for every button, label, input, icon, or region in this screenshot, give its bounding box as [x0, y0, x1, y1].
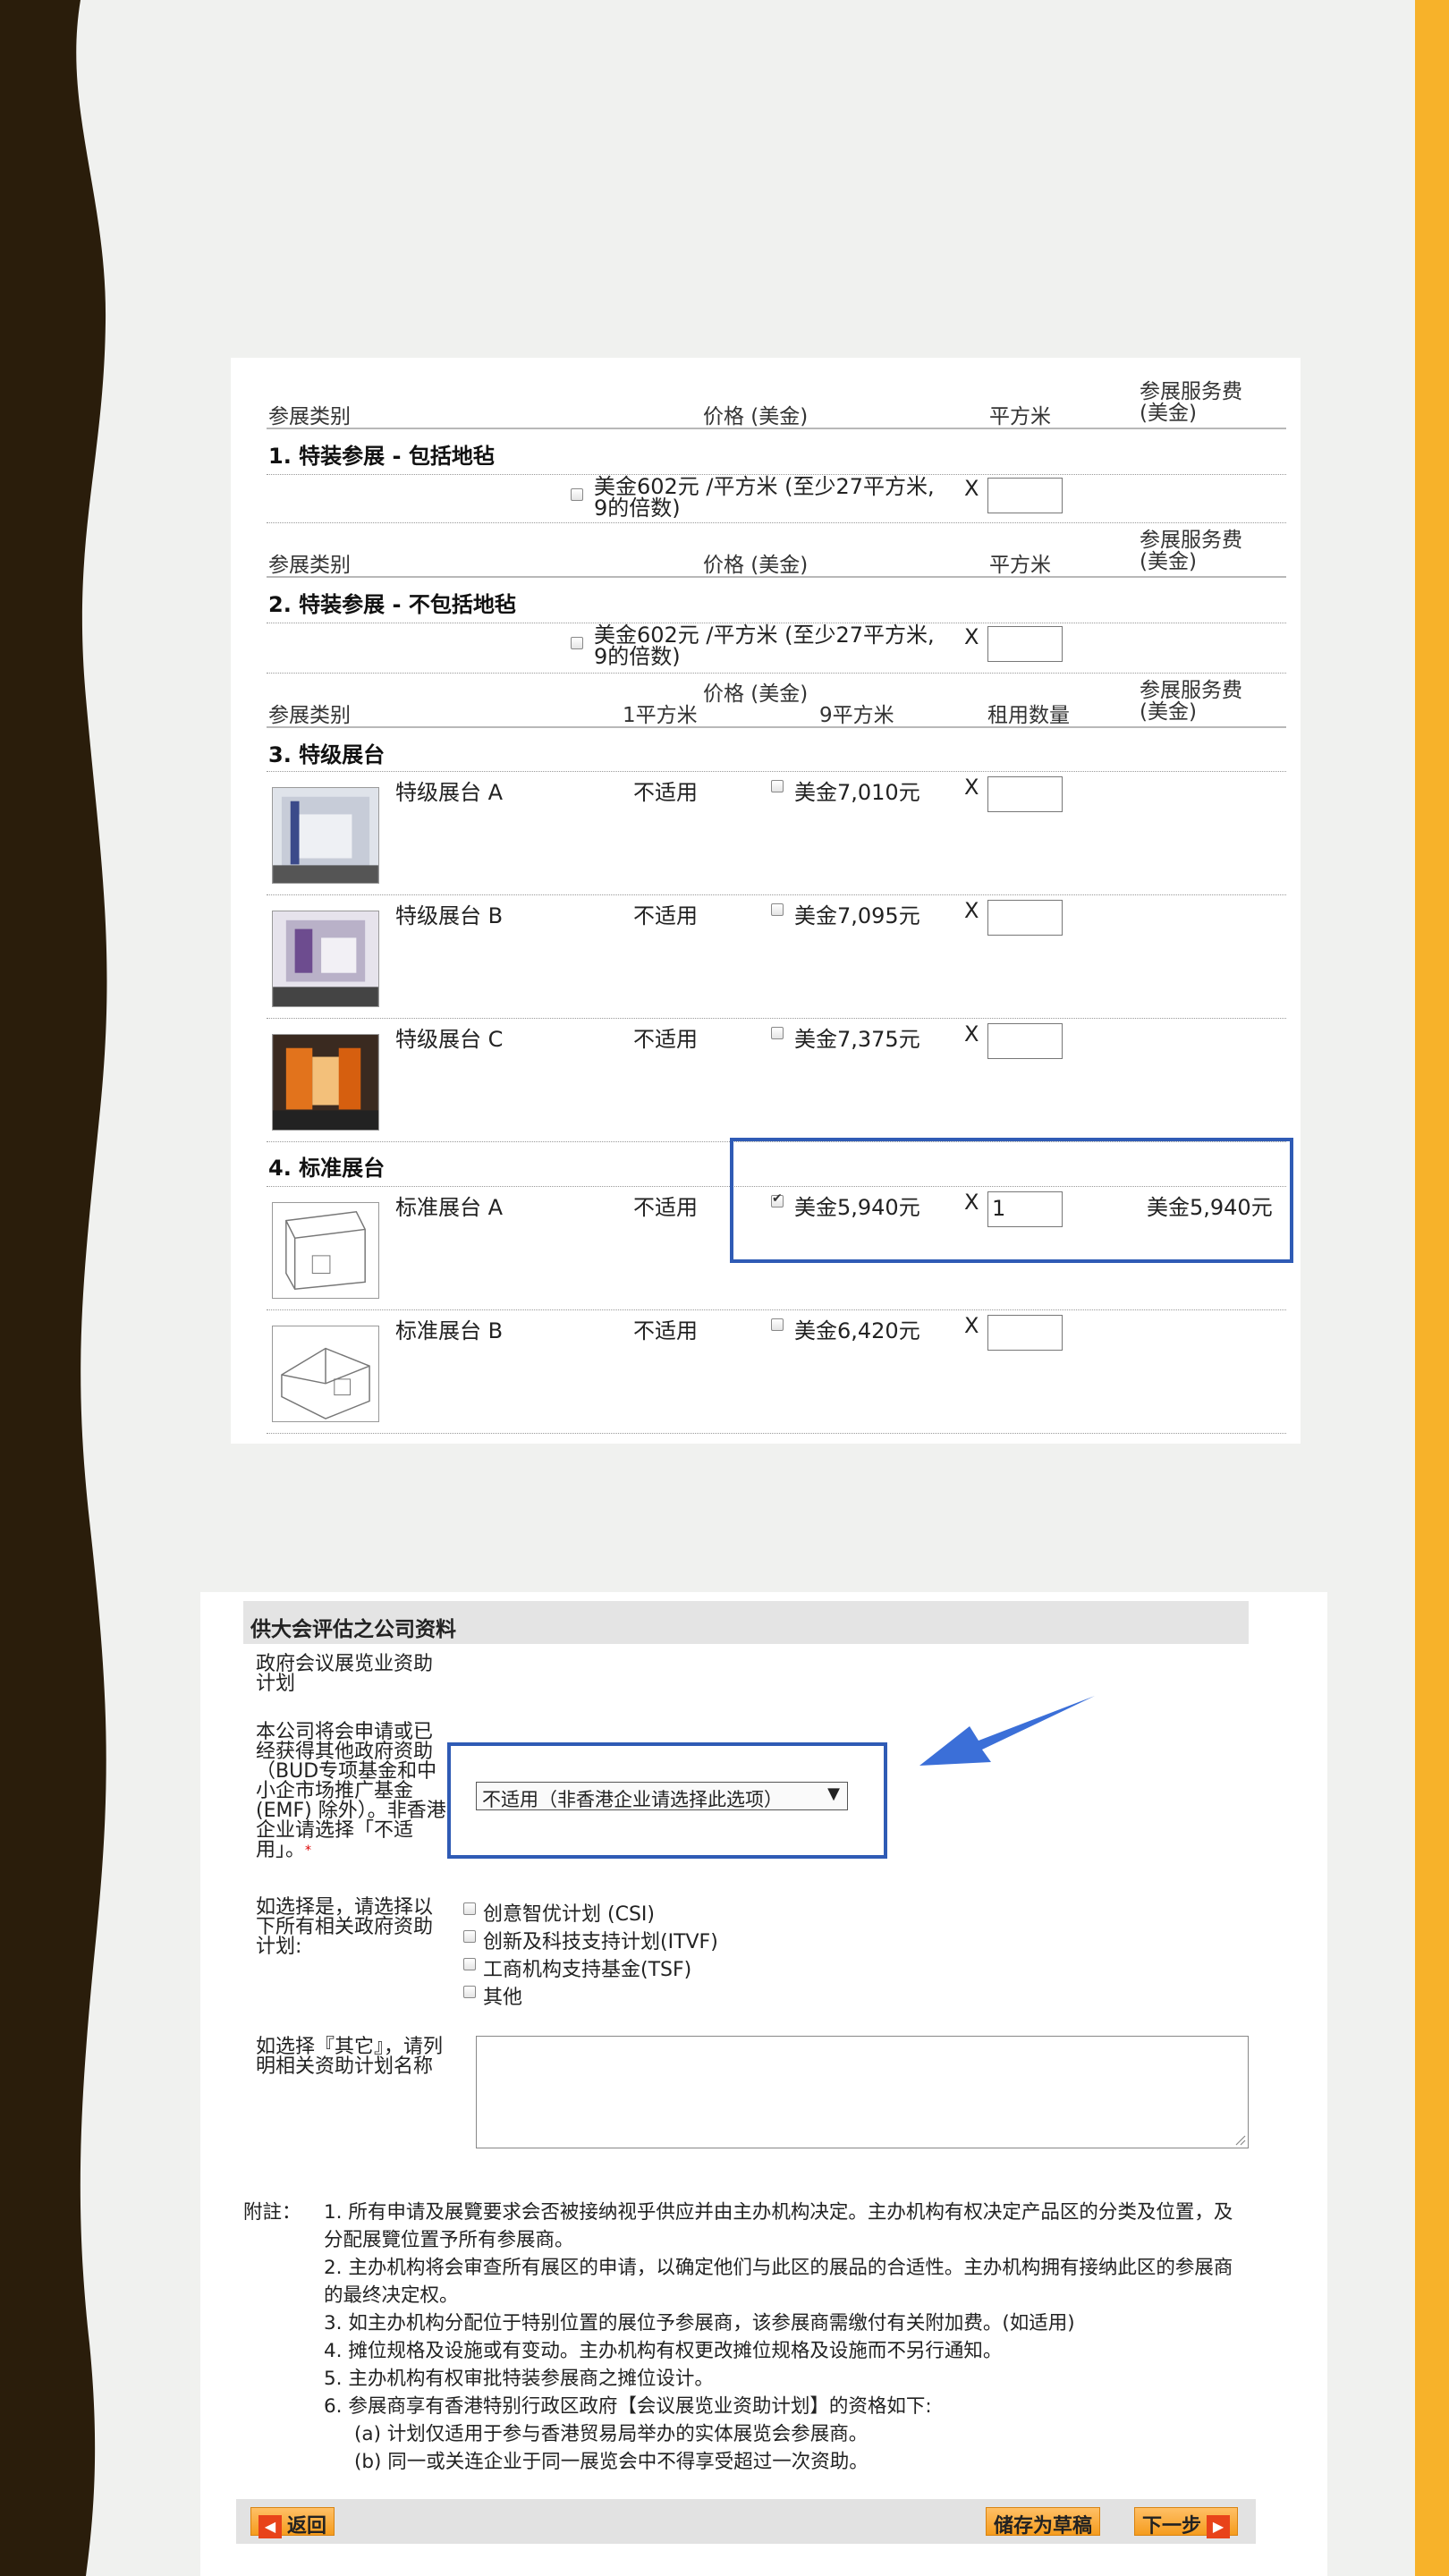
premium-c-qty-input[interactable] [987, 1023, 1063, 1059]
booth-thumbnail-premium-c [272, 1034, 379, 1131]
select-value: 不适用（非香港企业请选择此选项） [482, 1789, 783, 1810]
premium-b-qty-input[interactable] [987, 900, 1063, 936]
standard-b-one-sqm: 不适用 [633, 1318, 698, 1343]
multiply-sign: X [964, 476, 979, 501]
note-sub-item: (a) 计划仅适用于参与香港贸易局举办的实体展览会参展商。 [354, 2423, 869, 2445]
premium-c-one-sqm: 不适用 [633, 1027, 698, 1052]
section2-price: 美金602元 /平方米 (至少27平方米, 9的倍数) [594, 623, 935, 669]
section-title-4: 4. 标准展台 [268, 1156, 386, 1181]
if-yes-label: 如选择是，请选择以下所有相关政府资助计划: [256, 1896, 434, 1958]
premium-a-checkbox[interactable] [771, 780, 784, 792]
selected-booth-highlight [730, 1138, 1293, 1263]
multiply-sign: X [964, 1313, 979, 1338]
other-scheme-label: 如选择『其它』，请列明相关资助计划名称 [256, 2036, 444, 2078]
premium-b-one-sqm: 不适用 [633, 903, 698, 928]
option-itvf-checkbox[interactable] [463, 1930, 476, 1943]
bottom-action-bar: ◀ 返回 储存为草稿 下一步 ▶ [236, 2499, 1256, 2544]
section-title-3: 3. 特级展台 [268, 742, 386, 767]
option-other-checkbox[interactable] [463, 1986, 476, 1998]
multiply-sign: X [964, 775, 979, 800]
header-one-sqm: 1平方米 [623, 704, 698, 727]
premium-c-price: 美金7,375元 [794, 1027, 920, 1052]
option-itvf[interactable]: 创新及科技支持计划(ITVF) [463, 1926, 718, 1954]
header-price: 价格 (美金) [703, 682, 809, 706]
section-title-1: 1. 特装参展 - 包括地毡 [268, 444, 495, 469]
premium-b-checkbox[interactable] [771, 903, 784, 916]
arrow-left-icon: ◀ [258, 2515, 282, 2538]
booth-thumbnail-standard-a [272, 1202, 379, 1299]
option-other[interactable]: 其他 [463, 1981, 522, 2010]
other-funding-select[interactable]: 不适用（非香港企业请选择此选项） ▼ [476, 1782, 848, 1810]
note-item: 1. 所有申请及展覽要求会否被接纳视乎供应并由主办机构决定。主办机构有权决定产品… [324, 2201, 1233, 2251]
option-csi-checkbox[interactable] [463, 1902, 476, 1915]
header-category: 参展类别 [268, 704, 351, 727]
header-sqm: 平方米 [989, 405, 1051, 428]
option-csi[interactable]: 创意智优计划 (CSI) [463, 1898, 655, 1927]
header-rent-qty: 租用数量 [987, 704, 1070, 727]
multiply-sign: X [964, 898, 979, 923]
header-sqm: 平方米 [989, 554, 1051, 577]
premium-c-name: 特级展台 C [395, 1027, 504, 1052]
booth-thumbnail-premium-b [272, 911, 379, 1007]
premium-a-qty-input[interactable] [987, 776, 1063, 812]
option-tsf[interactable]: 工商机构支持基金(TSF) [463, 1953, 691, 1982]
next-button[interactable]: 下一步 ▶ [1134, 2507, 1239, 2538]
premium-a-one-sqm: 不适用 [633, 780, 698, 805]
note-item: 4. 摊位规格及设施或有变动。主办机构有权更改摊位规格及设施而不另行通知。 [324, 2340, 1003, 2362]
arrow-right-icon: ▶ [1207, 2515, 1231, 2538]
notes-list: 1. 所有申请及展覽要求会否被接纳视乎供应并由主办机构决定。主办机构有权决定产品… [324, 2199, 1236, 2476]
multiply-sign: X [964, 624, 979, 649]
multiply-sign: X [964, 1021, 979, 1046]
chevron-down-icon: ▼ [827, 1784, 840, 1803]
gov-scheme-label: 政府会议展览业资助计划 [256, 1653, 434, 1695]
booth-thumbnail-premium-a [272, 787, 379, 884]
pointer-arrow-icon [919, 1696, 1095, 1766]
standard-a-one-sqm: 不适用 [633, 1195, 698, 1220]
company-info-title: 供大会评估之公司资料 [243, 1601, 1249, 1644]
apply-other-funding-label: 本公司将会申请或已经获得其他政府资助（BUD专项基金和中小企市场推广基金(EMF… [256, 1721, 446, 1861]
standard-b-checkbox[interactable] [771, 1318, 784, 1331]
note-item: 5. 主办机构有权审批特装参展商之摊位设计。 [324, 2368, 714, 2390]
notes-label: 附註： [243, 2201, 301, 2224]
standard-a-name: 标准展台 A [395, 1195, 504, 1220]
section1-checkbox[interactable] [571, 488, 583, 501]
left-wave-decoration [0, 0, 107, 2576]
premium-a-price: 美金7,010元 [794, 780, 920, 805]
option-tsf-checkbox[interactable] [463, 1958, 476, 1970]
note-item: 3. 如主办机构分配位于特别位置的展位予参展商，该参展商需缴付有关附加费。(如适… [324, 2312, 1075, 2334]
header-category: 参展类别 [268, 405, 351, 428]
right-accent-bar [1415, 0, 1449, 2576]
booth-thumbnail-standard-b [272, 1326, 379, 1422]
other-scheme-textarea[interactable] [476, 2036, 1249, 2148]
header-nine-sqm: 9平方米 [819, 704, 894, 727]
note-sub-item: (b) 同一或关连企业于同一展览会中不得享受超过一次资助。 [354, 2451, 869, 2473]
section-title-2: 2. 特装参展 - 不包括地毡 [268, 592, 516, 617]
note-item: 2. 主办机构将会审查所有展区的申请，以确定他们与此区的展品的合适性。主办机构拥… [324, 2257, 1233, 2307]
header-price: 价格 (美金) [703, 554, 809, 577]
resize-grip-icon[interactable] [1233, 2133, 1246, 2146]
section1-sqm-input[interactable] [987, 478, 1063, 513]
section1-price: 美金602元 /平方米 (至少27平方米, 9的倍数) [594, 474, 935, 521]
header-fee: 参展服务费 (美金) [1140, 679, 1242, 724]
save-draft-button[interactable]: 储存为草稿 [986, 2507, 1101, 2538]
standard-b-name: 标准展台 B [395, 1318, 504, 1343]
section2-checkbox[interactable] [571, 637, 583, 649]
standard-b-qty-input[interactable] [987, 1315, 1063, 1351]
header-category: 参展类别 [268, 554, 351, 577]
standard-b-price: 美金6,420元 [794, 1318, 920, 1343]
header-price: 价格 (美金) [703, 405, 809, 428]
premium-b-name: 特级展台 B [395, 903, 504, 928]
premium-b-price: 美金7,095元 [794, 903, 920, 928]
required-mark: * [305, 1843, 312, 1858]
premium-a-name: 特级展台 A [395, 780, 504, 805]
company-info-panel: 供大会评估之公司资料 政府会议展览业资助计划 本公司将会申请或已经获得其他政府资… [200, 1592, 1327, 2576]
back-button[interactable]: ◀ 返回 [250, 2507, 335, 2538]
booth-selection-panel: 参展类别 价格 (美金) 平方米 参展服务费 (美金) 1. 特装参展 - 包括… [231, 358, 1301, 1444]
note-item: 6. 参展商享有香港特别行政区政府【会议展览业资助计划】的资格如下: [324, 2395, 932, 2418]
header-fee: 参展服务费 (美金) [1140, 529, 1242, 573]
header-fee: 参展服务费 (美金) [1140, 380, 1242, 425]
section2-sqm-input[interactable] [987, 626, 1063, 662]
premium-c-checkbox[interactable] [771, 1027, 784, 1039]
